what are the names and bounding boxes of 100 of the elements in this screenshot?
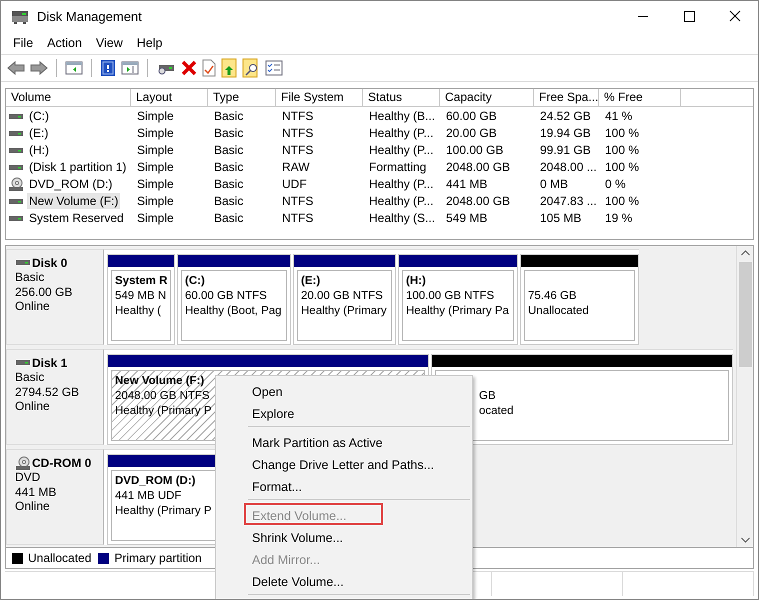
- table-cell-text: 60.00 GB: [445, 108, 498, 122]
- table-cell-text: 100 %: [604, 142, 640, 156]
- properties-list-icon[interactable]: [265, 60, 283, 76]
- table-cell-text: Basic: [213, 108, 244, 122]
- partition-info: 60.00 GB NTFS: [185, 289, 267, 304]
- column-header[interactable]: Type: [208, 89, 276, 106]
- table-cell-text: 2048.00 ...: [539, 160, 598, 174]
- partition-name: (E:): [301, 274, 320, 289]
- legend-label: Primary partition: [114, 551, 202, 565]
- column-header[interactable]: Layout: [131, 89, 208, 106]
- table-cell[interactable]: System Reserved: [27, 210, 126, 226]
- table-cell[interactable]: (C:): [27, 108, 51, 124]
- table-cell-text: Simple: [136, 176, 175, 190]
- table-cell-text: Simple: [136, 160, 175, 174]
- scroll-up-icon[interactable]: [740, 250, 750, 256]
- menu-item[interactable]: Open: [244, 379, 291, 401]
- partition-box[interactable]: (H:) 100.00 GB NTFS Healthy (Primary Pa: [402, 270, 514, 341]
- partition-info: ocated: [478, 404, 514, 419]
- disk-drive-icon: [11, 10, 29, 24]
- legend-label: Unallocated: [28, 551, 92, 565]
- table-cell-text: UDF: [281, 176, 308, 190]
- partition-box[interactable]: 75.46 GB Unallocated: [524, 270, 635, 341]
- scrollbar[interactable]: [736, 246, 753, 547]
- partition-info: 441 MB UDF: [115, 489, 182, 504]
- partition-name: DVD_ROM (D:): [115, 474, 196, 489]
- delete-icon[interactable]: [181, 60, 197, 76]
- menu-item[interactable]: Change Drive Letter and Paths...: [244, 452, 442, 474]
- menu-item[interactable]: Shrink Volume...: [244, 525, 352, 547]
- table-cell-text: Basic: [213, 194, 244, 208]
- table-cell[interactable]: (H:): [27, 142, 51, 158]
- disk-info: 441 MB: [15, 484, 58, 499]
- drive-icon: [15, 358, 31, 368]
- table-cell-text: RAW: [281, 160, 311, 174]
- table-cell-text: Healthy (S...: [368, 210, 436, 224]
- table-cell-text: 0 MB: [539, 176, 570, 190]
- partition-info: Healthy (Primary: [301, 304, 387, 319]
- table-cell-text: Healthy (P...: [368, 126, 434, 140]
- table-cell-text: 549 MB: [445, 210, 488, 224]
- disc-drive-icon: [15, 456, 31, 470]
- table-cell-text: 20.00 GB: [445, 126, 498, 140]
- table-cell-text: 41 %: [604, 108, 634, 122]
- partition-info: 2048.00 GB NTFS: [115, 389, 210, 404]
- partition-box[interactable]: System R 549 MB N Healthy (: [111, 270, 171, 341]
- action-pane-icon[interactable]: [121, 60, 139, 76]
- help-icon[interactable]: [100, 59, 116, 77]
- checked-document-icon[interactable]: [202, 59, 216, 77]
- scroll-down-icon[interactable]: [740, 537, 750, 543]
- menu-item[interactable]: View: [88, 36, 130, 50]
- column-header[interactable]: Capacity: [440, 89, 534, 106]
- menu-item[interactable]: Action: [40, 36, 89, 50]
- disk-info: DVD: [15, 470, 42, 484]
- table-cell[interactable]: DVD_ROM (D:): [27, 176, 114, 192]
- table-cell-text: NTFS: [281, 194, 314, 208]
- menu-item[interactable]: Format...: [244, 474, 310, 496]
- column-header[interactable]: Free Spa...: [534, 89, 599, 106]
- column-header[interactable]: File System: [276, 89, 363, 106]
- menu-item[interactable]: Help: [130, 36, 170, 50]
- menu-item[interactable]: File: [6, 36, 40, 50]
- table-cell-text: 100 %: [604, 126, 640, 140]
- table-cell[interactable]: (Disk 1 partition 1): [27, 158, 128, 174]
- table-cell-text: NTFS: [281, 142, 314, 156]
- table-cell[interactable]: New Volume (F:): [27, 192, 120, 208]
- back-arrow-icon[interactable]: [7, 60, 25, 76]
- table-cell-text: Healthy (B...: [368, 108, 436, 122]
- table-cell-text: 2047.83 ...: [539, 194, 598, 208]
- disk-name: Disk 1: [32, 356, 68, 370]
- partition-info: GB: [478, 389, 496, 404]
- scrollbar-thumb[interactable]: [738, 262, 752, 367]
- folder-search-icon[interactable]: [242, 58, 260, 78]
- partition-box[interactable]: (C:) 60.00 GB NTFS Healthy (Boot, Pag: [181, 270, 287, 341]
- table-cell-text: 100 %: [604, 194, 640, 208]
- table-cell-text: 24.52 GB: [539, 108, 592, 122]
- menu-item[interactable]: Mark Partition as Active: [244, 430, 391, 452]
- partition-name: New Volume (F:): [115, 374, 204, 389]
- partition-box[interactable]: (E:) 20.00 GB NTFS Healthy (Primary: [297, 270, 392, 341]
- menu-item[interactable]: Explore: [244, 401, 302, 423]
- folder-up-icon[interactable]: [221, 58, 237, 78]
- table-cell-text: 100.00 GB: [445, 142, 504, 156]
- table-cell-text: 441 MB: [445, 176, 488, 190]
- column-header[interactable]: Status: [363, 89, 440, 106]
- disk-info: 2794.52 GB: [15, 384, 80, 399]
- menu-item[interactable]: Delete Volume...: [244, 569, 352, 591]
- partition-info: 75.46 GB: [528, 289, 577, 304]
- table-cell-text: Basic: [213, 176, 244, 190]
- table-cell-text: Formatting: [368, 160, 428, 174]
- table-cell-text: NTFS: [281, 126, 314, 140]
- table-cell-text: Healthy (P...: [368, 142, 434, 156]
- partition-info: Healthy (Primary P: [115, 504, 212, 519]
- table-cell-text: 100 %: [604, 160, 640, 174]
- disk-info: Online: [15, 299, 51, 314]
- disk-name: CD-ROM 0: [32, 456, 92, 470]
- partition-info: 549 MB N: [115, 289, 166, 304]
- column-header[interactable]: Volume: [6, 89, 131, 106]
- console-tree-icon[interactable]: [65, 60, 83, 76]
- column-header[interactable]: % Free: [599, 89, 681, 106]
- forward-arrow-icon[interactable]: [30, 60, 48, 76]
- table-cell-text: NTFS: [281, 108, 314, 122]
- partition-bar: [108, 255, 174, 267]
- table-cell[interactable]: (E:): [27, 124, 50, 140]
- partition-info: Healthy (Boot, Pag: [185, 304, 282, 319]
